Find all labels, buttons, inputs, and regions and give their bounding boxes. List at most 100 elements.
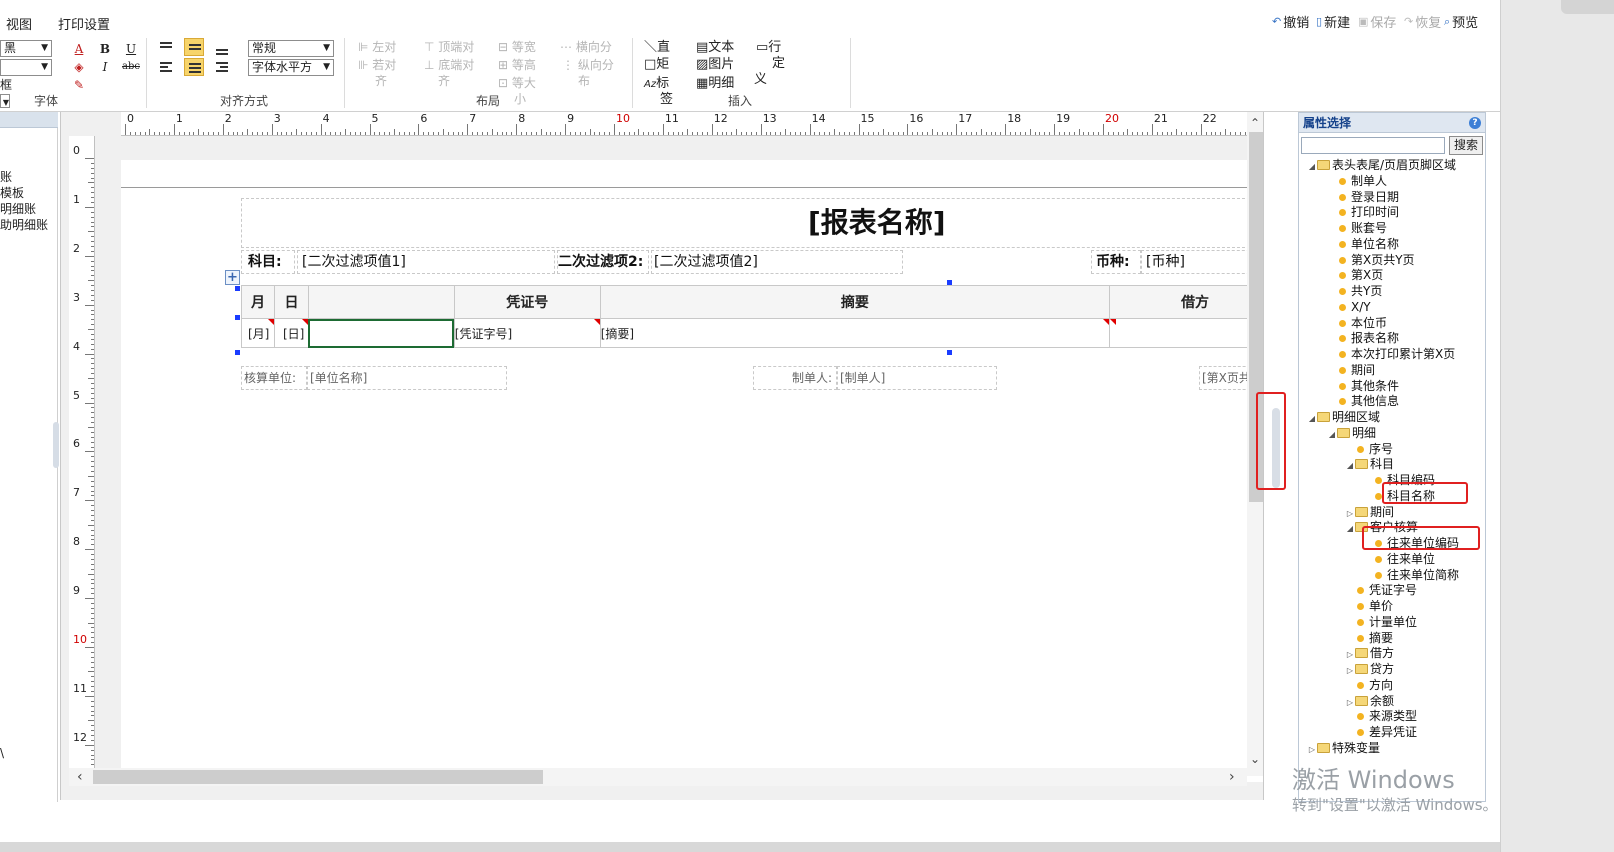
- collapse-triangle-icon[interactable]: ◢: [1345, 521, 1355, 537]
- border-style-select[interactable]: ▼: [0, 94, 10, 108]
- horizontal-align-select[interactable]: 字体水平方 ▼: [248, 59, 334, 76]
- undo-button[interactable]: ↶ 撤销: [1272, 12, 1309, 31]
- tree-folder[interactable]: ▷ 期间: [1345, 504, 1394, 520]
- tree-leaf[interactable]: 往来单位简称: [1373, 567, 1459, 583]
- property-search-button[interactable]: 搜索: [1449, 136, 1483, 155]
- align-right-button[interactable]: [212, 58, 232, 76]
- horizontal-scroll-thumb[interactable]: [93, 770, 543, 784]
- same-size-button[interactable]: ⊡ 等大: [498, 76, 536, 90]
- tree-leaf[interactable]: X/Y: [1337, 299, 1371, 315]
- align-center-button[interactable]: [184, 58, 204, 76]
- cell-summary[interactable]: [摘要]: [599, 318, 1111, 348]
- tree-leaf[interactable]: 期间: [1337, 362, 1375, 378]
- cell-debit[interactable]: [借方: [1109, 318, 1263, 348]
- font-color-select[interactable]: 黑 ▼: [0, 40, 52, 57]
- tree-folder[interactable]: ◢ 明细: [1327, 425, 1376, 441]
- horizontal-scrollbar[interactable]: ‹ ›: [69, 768, 1247, 786]
- help-icon[interactable]: ?: [1469, 117, 1481, 129]
- cell-selected[interactable]: [307, 318, 455, 348]
- tree-leaf[interactable]: 登录日期: [1337, 189, 1399, 205]
- left-list-item[interactable]: 明细账: [0, 200, 36, 217]
- header-summary[interactable]: 摘要: [599, 285, 1111, 319]
- strikethrough-button[interactable]: abc: [122, 58, 140, 76]
- insert-detail-button[interactable]: ▦明细: [696, 76, 734, 92]
- insert-line-button[interactable]: ＼直: [644, 40, 670, 56]
- header-month[interactable]: 月: [241, 285, 275, 319]
- align-left-button[interactable]: [156, 58, 176, 76]
- tree-folder[interactable]: ▷ 借方: [1345, 645, 1394, 661]
- left-list-item[interactable]: 账: [0, 168, 12, 185]
- italic-button[interactable]: I: [96, 58, 114, 76]
- tree-leaf[interactable]: 本次打印累计第X页: [1337, 346, 1455, 362]
- tree-leaf[interactable]: 共Y页: [1337, 283, 1382, 299]
- tree-leaf[interactable]: 其他条件: [1337, 378, 1399, 394]
- left-list-item[interactable]: 模板: [0, 184, 24, 201]
- tree-folder[interactable]: ◢ 表头表尾/页眉页脚区域: [1307, 157, 1456, 173]
- menu-view[interactable]: 视图: [6, 14, 32, 33]
- align-top-layout-button[interactable]: ⊤ 顶端对: [424, 40, 474, 54]
- filter2-value[interactable]: [二次过滤项值2]: [651, 250, 903, 274]
- currency-label[interactable]: 币种:: [1091, 250, 1141, 274]
- currency-value[interactable]: [币种]: [1141, 250, 1263, 274]
- tree-folder[interactable]: ▷ 贷方: [1345, 661, 1394, 677]
- tree-leaf[interactable]: 往来单位: [1373, 551, 1435, 567]
- header-debit[interactable]: 借方: [1109, 285, 1263, 319]
- border-select[interactable]: 框: [0, 78, 12, 95]
- subject-value[interactable]: [二次过滤项值1]: [297, 250, 555, 274]
- scroll-down-icon[interactable]: ⌄: [1250, 752, 1260, 766]
- menu-print-settings[interactable]: 打印设置: [58, 14, 110, 33]
- tree-folder[interactable]: ◢ 科目: [1345, 456, 1394, 472]
- insert-text-button[interactable]: ▤文本: [696, 40, 734, 56]
- bold-button[interactable]: B: [96, 40, 114, 58]
- border-color-button[interactable]: ✎: [70, 76, 88, 94]
- collapse-triangle-icon[interactable]: ◢: [1307, 411, 1317, 427]
- align-middle-button[interactable]: [184, 38, 204, 56]
- footer-maker-label[interactable]: 制单人:: [753, 366, 837, 390]
- insert-image-button[interactable]: ▨图片: [696, 57, 734, 73]
- align-bottom-layout-button[interactable]: ⊥ 底端对: [424, 58, 474, 72]
- insert-row-define-button[interactable]: ▭行: [756, 40, 781, 56]
- tree-leaf[interactable]: 单位名称: [1337, 236, 1399, 252]
- tree-leaf[interactable]: 方向: [1355, 677, 1393, 693]
- preview-button[interactable]: ⌕ 预览: [1444, 12, 1478, 32]
- align-right-layout-button[interactable]: ⊪ 若对: [358, 58, 396, 72]
- tree-leaf[interactable]: 账套号: [1337, 220, 1387, 236]
- tree-leaf[interactable]: 报表名称: [1337, 330, 1399, 346]
- scroll-up-icon[interactable]: ⌃: [1250, 116, 1260, 130]
- insert-label-button[interactable]: Az标: [644, 76, 669, 93]
- new-button[interactable]: ▯ 新建: [1316, 12, 1350, 31]
- collapse-triangle-icon[interactable]: ◢: [1345, 458, 1355, 474]
- expand-triangle-icon[interactable]: ▷: [1345, 695, 1355, 711]
- tree-leaf[interactable]: 打印时间: [1337, 204, 1399, 220]
- tree-leaf[interactable]: 凭证字号: [1355, 582, 1417, 598]
- fill-color-button[interactable]: ◈: [70, 58, 88, 76]
- cell-voucher-no[interactable]: [凭证字号]: [453, 318, 601, 348]
- page-header-band[interactable]: [121, 160, 1263, 188]
- font-color-button[interactable]: A: [70, 40, 88, 58]
- scroll-left-icon[interactable]: ‹: [77, 769, 83, 785]
- distribute-vertical-button[interactable]: ⋮ 纵向分: [562, 58, 614, 72]
- resize-handle[interactable]: [235, 286, 240, 291]
- filter2-label[interactable]: 二次过滤项2:: [557, 250, 649, 274]
- left-list-item[interactable]: 助明细账: [0, 216, 48, 233]
- font-size-select[interactable]: ▼: [0, 59, 52, 76]
- table-move-handle[interactable]: +: [225, 270, 240, 285]
- header-day[interactable]: 日: [273, 285, 309, 319]
- subject-label[interactable]: 科目:: [241, 250, 295, 274]
- tree-leaf[interactable]: 第X页: [1337, 267, 1383, 283]
- tree-leaf[interactable]: 摘要: [1355, 630, 1393, 646]
- expand-triangle-icon[interactable]: ▷: [1307, 742, 1317, 758]
- align-bottom-button[interactable]: [212, 40, 232, 58]
- cell-month[interactable]: [月]: [241, 318, 275, 348]
- footer-unit-label[interactable]: 核算单位:: [241, 366, 307, 390]
- same-width-button[interactable]: ⊟ 等宽: [498, 40, 536, 54]
- footer-unit-value[interactable]: [单位名称]: [307, 366, 507, 390]
- tree-leaf[interactable]: 计量单位: [1355, 614, 1417, 630]
- tree-folder[interactable]: ◢ 明细区域: [1307, 409, 1380, 425]
- expand-triangle-icon[interactable]: ▷: [1345, 663, 1355, 679]
- text-style-select[interactable]: 常规 ▼: [248, 40, 334, 57]
- save-button[interactable]: ▣ 保存: [1358, 12, 1396, 31]
- tree-leaf[interactable]: 其他信息: [1337, 393, 1399, 409]
- tree-leaf[interactable]: 制单人: [1337, 173, 1387, 189]
- cell-day[interactable]: [日]: [273, 318, 309, 348]
